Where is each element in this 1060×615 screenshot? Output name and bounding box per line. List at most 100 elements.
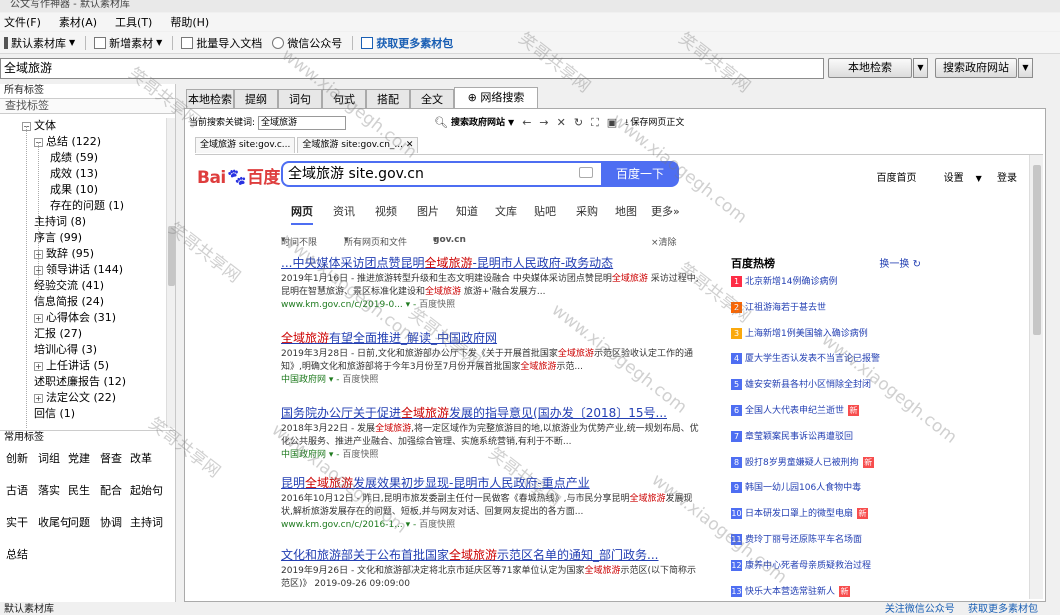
baidu-search-input[interactable]: 全域旅游 site.gov.cn (281, 161, 601, 187)
filter-clear[interactable]: ×清除 (651, 235, 677, 248)
find-tags-input[interactable]: 查找标签 (0, 98, 175, 114)
tree-node[interactable]: + 法定公文 (22) (34, 390, 116, 406)
hot-item[interactable]: 8 殴打8岁男童嫌疑人已被刑拘新 (731, 456, 921, 470)
tree-node[interactable]: + 致辞 (95) (34, 246, 94, 262)
result-snapshot-link[interactable]: 百度快照 (342, 450, 378, 460)
browser-tab-2[interactable]: 全域旅游 site:gov.cn_... ✕ (297, 137, 419, 153)
tree-node[interactable]: 成绩 (59) (50, 150, 98, 166)
tree-node[interactable]: 回信 (1) (34, 406, 75, 422)
window-icon[interactable]: ▣ (607, 115, 617, 131)
close-icon[interactable]: ✕ (406, 140, 414, 150)
baidu-tab-zhidao[interactable]: 知道 (456, 203, 478, 219)
result-snapshot-link[interactable]: 百度快照 (342, 375, 378, 385)
back-icon[interactable]: ← (522, 115, 531, 131)
result-title-link[interactable]: 文化和旅游部关于公布首批国家全域旅游示范区名单的通知_部门政务... (281, 547, 701, 563)
wechat-button[interactable]: 微信公众号 (272, 35, 342, 51)
keyword-input[interactable]: 全域旅游 (258, 116, 347, 130)
save-page-button[interactable]: 保存网页正文 (630, 115, 684, 131)
tree-scrollbar[interactable] (166, 118, 175, 428)
tree-node[interactable]: 存在的问题 (1) (50, 198, 124, 214)
hot-item[interactable]: 4 厦大学生否认发表不当言论已报警 (731, 352, 921, 366)
tab-sentence-pattern[interactable]: 句式 (322, 89, 366, 109)
tab-phrases[interactable]: 词句 (278, 89, 322, 109)
get-more-link[interactable]: 获取更多素材包 (968, 604, 1038, 615)
close-icon[interactable]: ✕ (557, 115, 566, 131)
common-tag[interactable]: 配合 (100, 482, 122, 498)
tab-local-search[interactable]: 本地检索 (186, 89, 234, 109)
page-scroll-thumb[interactable] (1033, 165, 1041, 335)
default-lib-button[interactable]: 默认素材库 ▼ (4, 35, 75, 51)
baidu-tab-wenku[interactable]: 文库 (495, 203, 517, 219)
menu-material[interactable]: 素材(A) (59, 14, 97, 30)
expand-icon[interactable]: + (34, 361, 43, 371)
result-title-link[interactable]: 国务院办公厅关于促进全域旅游发展的指导意见(国办发〔2018〕15号... (281, 405, 701, 421)
hot-item[interactable]: 9 韩国一幼儿园106人食物中毒 (731, 481, 921, 495)
result-url-text[interactable]: www.km.gov.cn/c/2016-1... (281, 520, 403, 530)
common-tag[interactable]: 起始句 (130, 482, 163, 498)
hot-item[interactable]: 10 日本研发口罩上的微型电扇新 (731, 507, 921, 521)
gov-search-dropdown[interactable]: ▼ (1018, 58, 1033, 78)
tree-node[interactable]: 成果 (10) (50, 182, 98, 198)
baidu-login-link[interactable]: 登录 (997, 173, 1017, 184)
get-more-button[interactable]: 获取更多素材包 (361, 35, 453, 51)
tree-node[interactable]: 主持词 (8) (34, 214, 86, 230)
tree-node[interactable]: 经验交流 (41) (34, 278, 104, 294)
hot-item[interactable]: 12 康养中心死者母亲质疑救治过程 (731, 559, 921, 573)
hot-item[interactable]: 6 全国人大代表申纪兰逝世新 (731, 404, 921, 418)
local-search-dropdown[interactable]: ▼ (913, 58, 928, 78)
common-tag[interactable]: 创新 (6, 450, 28, 466)
result-url-text[interactable]: 中国政府网 (281, 450, 326, 460)
tree-node[interactable]: 信息简报 (24) (34, 294, 104, 310)
result-title-link[interactable]: 昆明全域旅游发展效果初步显现-昆明市人民政府-重点产业 (281, 475, 701, 491)
tree-node[interactable]: 序言 (99) (34, 230, 82, 246)
tree-node[interactable]: 培训心得 (3) (34, 342, 97, 358)
common-tag[interactable]: 问题 (68, 514, 90, 530)
common-tag[interactable]: 改革 (130, 450, 152, 466)
gov-search-button[interactable]: 搜索政府网站 (935, 58, 1017, 78)
expand-icon[interactable]: + (34, 393, 43, 403)
tab-collocation[interactable]: 搭配 (366, 89, 410, 109)
hot-item[interactable]: 13 快乐大本营选常驻新人新 (731, 585, 921, 599)
tab-web-search[interactable]: ⊕ 网络搜索 (454, 87, 538, 109)
baidu-search-button[interactable]: 百度一下 (601, 161, 679, 187)
forward-icon[interactable]: → (539, 115, 548, 131)
baidu-tab-tieba[interactable]: 贴吧 (534, 203, 556, 219)
refresh-icon[interactable]: ↻ (574, 115, 583, 131)
hot-item[interactable]: 7 章莹颖案民事诉讼再遭驳回 (731, 430, 921, 444)
result-snapshot-link[interactable]: 百度快照 (419, 300, 455, 310)
search-input[interactable]: 全域旅游 (0, 58, 824, 79)
baidu-tab-map[interactable]: 地图 (615, 203, 637, 219)
common-tag[interactable]: 古语 (6, 482, 28, 498)
result-title-link[interactable]: 全域旅游有望全面推进_解读_中国政府网 (281, 330, 701, 346)
baidu-tab-news[interactable]: 资讯 (333, 203, 355, 219)
hot-item[interactable]: 2 江祖游海若于甚去世 (731, 301, 921, 315)
tree-node[interactable]: 述职述廉报告 (12) (34, 374, 126, 390)
tree-node[interactable]: − 总结 (122) (34, 134, 101, 150)
common-tag[interactable]: 落实 (38, 482, 60, 498)
hot-item[interactable]: 3 上海新增1例美国输入确诊病例 (731, 327, 921, 341)
common-tag[interactable]: 督查 (100, 450, 122, 466)
baidu-tab-caigou[interactable]: 采购 (576, 203, 598, 219)
new-material-button[interactable]: 新增素材 ▼ (94, 35, 162, 51)
menu-tools[interactable]: 工具(T) (115, 14, 152, 30)
tab-fulltext[interactable]: 全文 (410, 89, 454, 109)
common-tag[interactable]: 民生 (68, 482, 90, 498)
common-tag[interactable]: 党建 (68, 450, 90, 466)
page-scrollbar[interactable] (1029, 155, 1043, 599)
search-icon[interactable]: 🔍︎ (434, 115, 448, 131)
result-url-text[interactable]: www.km.gov.cn/c/2019-0... (281, 300, 403, 310)
common-tag[interactable]: 协调 (100, 514, 122, 530)
common-tag[interactable]: 词组 (38, 450, 60, 466)
tree-node[interactable]: − 文体 (22, 118, 56, 134)
tab-outline[interactable]: 提纲 (234, 89, 278, 109)
save-icon[interactable]: ⭳ (625, 115, 628, 131)
result-url-text[interactable]: 中国政府网 (281, 375, 326, 385)
engine-select[interactable]: 搜索政府网站 (451, 115, 505, 131)
tree-scroll-thumb[interactable] (168, 226, 175, 286)
hot-item[interactable]: 1 北京新增14例确诊病例 (731, 275, 921, 289)
baidu-tab-more[interactable]: 更多» (651, 203, 680, 219)
common-tag[interactable]: 实干 (6, 514, 28, 530)
tree-node[interactable]: 成效 (13) (50, 166, 98, 182)
tree-node[interactable]: 汇报 (27) (34, 326, 82, 342)
follow-wechat-link[interactable]: 关注微信公众号 (885, 604, 955, 615)
